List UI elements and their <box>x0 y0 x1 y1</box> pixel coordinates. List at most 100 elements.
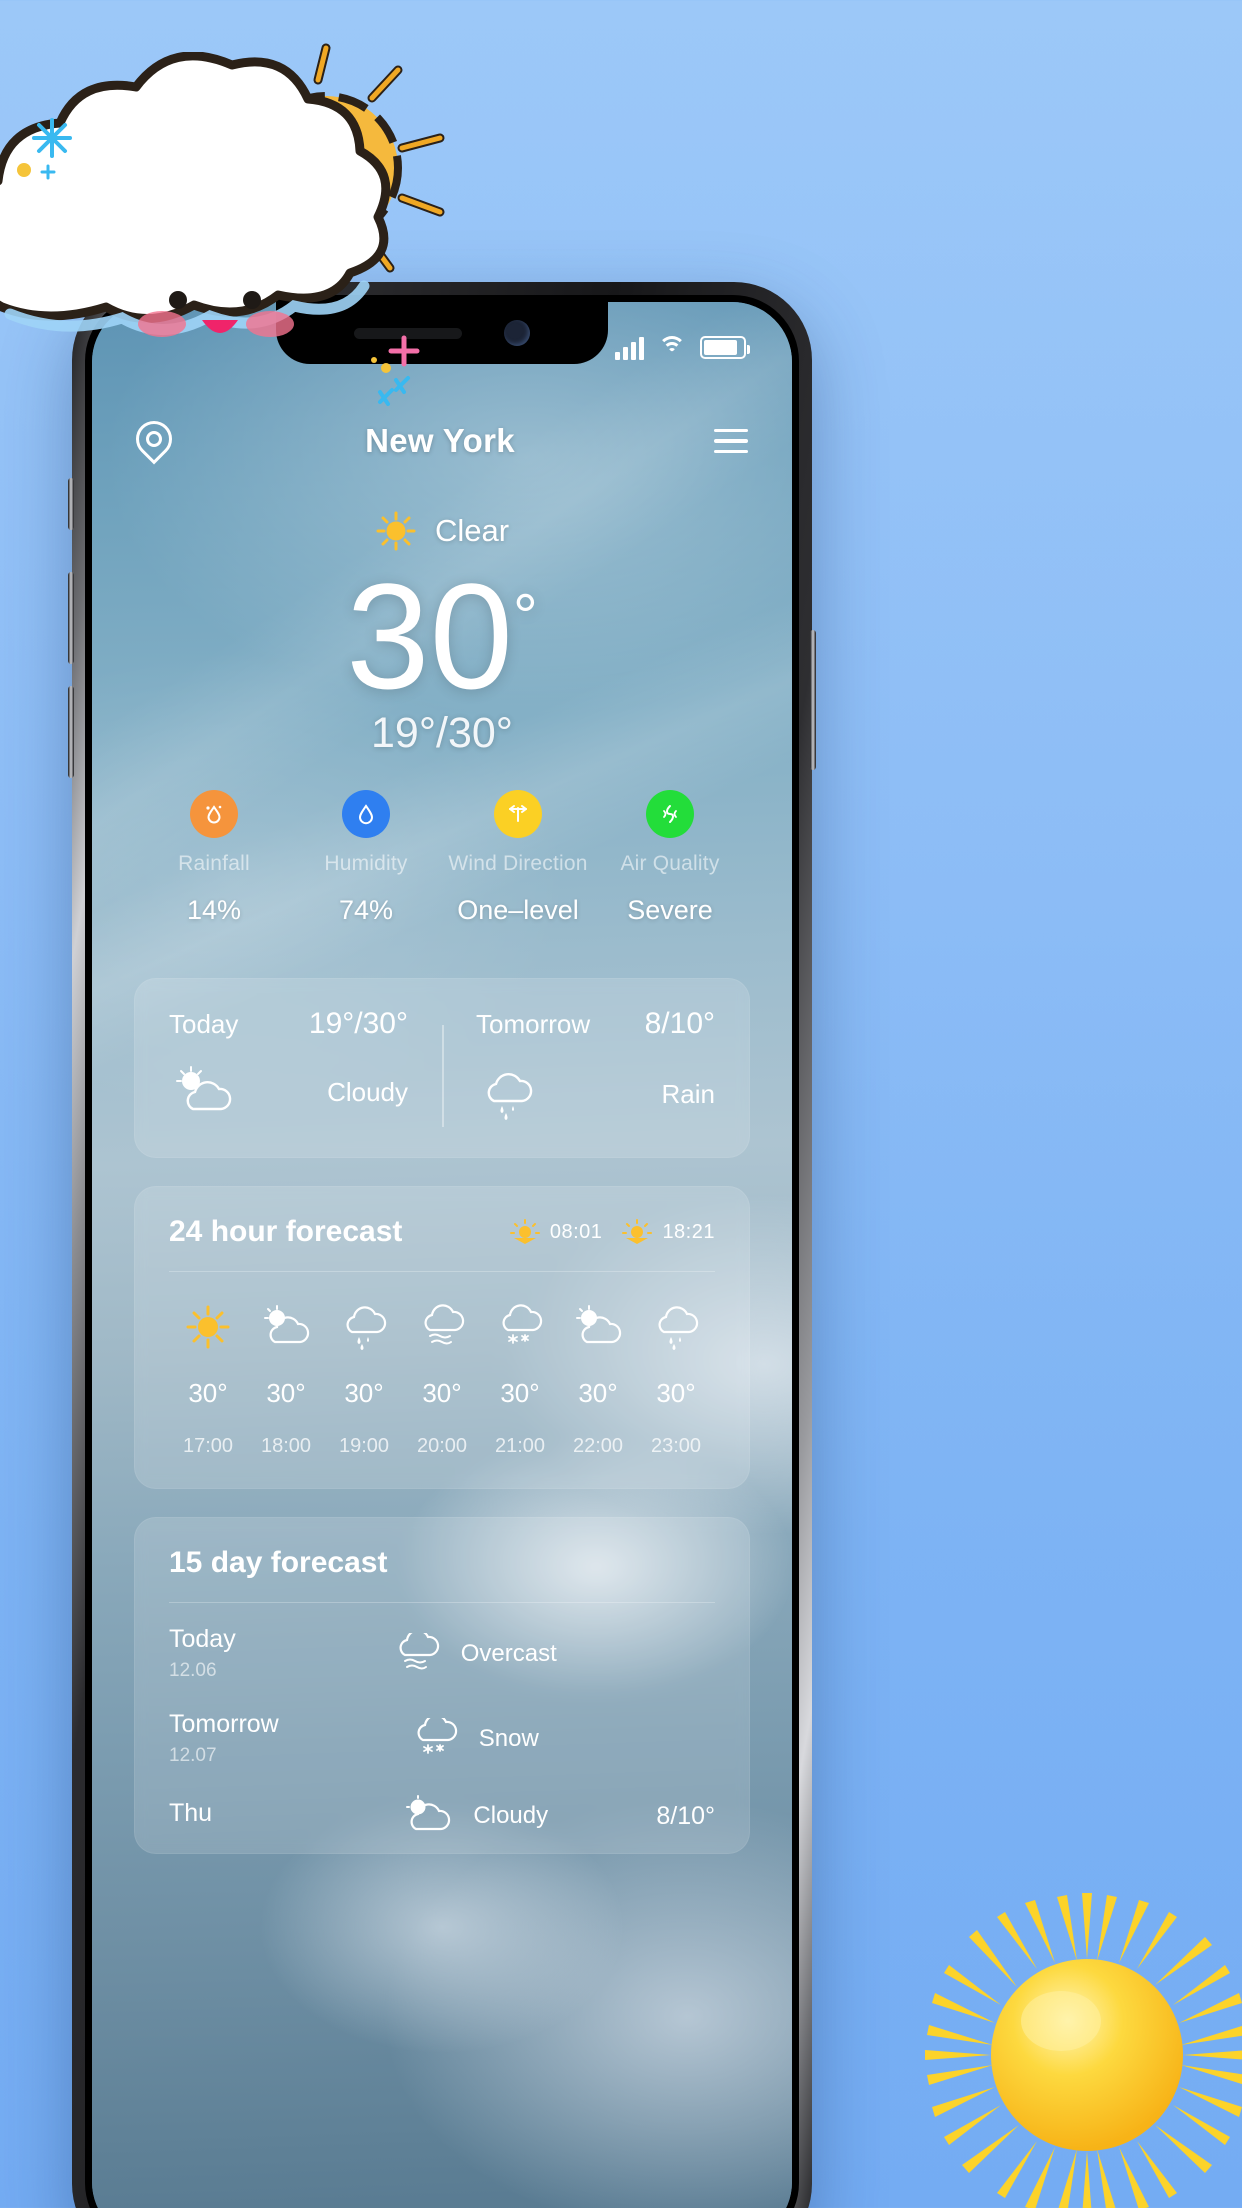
hamburger-menu-icon[interactable] <box>714 428 748 454</box>
daily-forecast-card: 15 day forecast Today 12.06 Overcast Tom… <box>134 1517 750 1854</box>
sunrise-icon <box>509 1219 540 1244</box>
current-weather: Clear 30° 19°/30° <box>92 484 792 758</box>
sparkle-icon <box>17 118 72 180</box>
metric-value: One–level <box>457 895 579 925</box>
hour-item[interactable]: 30° 19:00 <box>325 1298 403 1458</box>
hour-time: 23:00 <box>650 1435 702 1457</box>
degree-symbol: ° <box>513 582 538 651</box>
metric-value: 74% <box>338 895 394 925</box>
metric-air-quality[interactable]: Air Quality Severe <box>594 790 746 926</box>
two-day-card: Today 19°/30° Cloudy Tomorrow 8/10° Rain <box>134 978 750 1158</box>
hourly-list: 30° 17:00 30° 18:00 30° 19:00 30° 20:00 … <box>169 1272 715 1458</box>
metric-value: Severe <box>627 895 713 925</box>
condition-row: Clear <box>92 510 792 552</box>
location-pin-icon[interactable] <box>136 421 166 461</box>
sleet-icon <box>417 1717 457 1754</box>
fog-icon <box>403 1298 481 1356</box>
phone-device: New York Clear 30° 19°/30° Rainfall 14% … <box>68 282 816 2208</box>
hour-item[interactable]: 30° 17:00 <box>169 1298 247 1458</box>
daily-date: 12.06 <box>169 1660 217 1681</box>
daily-row[interactable]: Tomorrow 12.07 Snow <box>169 1688 715 1773</box>
day-label: Tomorrow <box>476 1008 591 1039</box>
hour-item[interactable]: 30° 18:00 <box>247 1298 325 1458</box>
hour-temp: 30° <box>500 1378 540 1408</box>
partly-cloudy-icon <box>559 1298 637 1356</box>
wind-icon <box>494 790 542 838</box>
day-desc: Cloudy <box>327 1076 408 1107</box>
partly-cloudy-icon <box>247 1298 325 1356</box>
sun-icon <box>169 1298 247 1356</box>
metric-label: Air Quality <box>620 852 720 875</box>
partly-cloudy-icon <box>406 1795 451 1831</box>
day-label: Today <box>169 1008 239 1039</box>
volume-up-button[interactable] <box>68 572 74 664</box>
metric-humidity[interactable]: Humidity 74% <box>290 790 442 926</box>
daily-date: 12.07 <box>169 1745 217 1766</box>
daily-day: Tomorrow <box>169 1710 279 1738</box>
daily-row[interactable]: Today 12.06 Overcast <box>169 1603 715 1688</box>
hour-temp: 30° <box>422 1378 462 1408</box>
hour-time: 18:00 <box>260 1435 312 1457</box>
hour-temp: 30° <box>578 1378 618 1408</box>
condition-label: Clear <box>434 513 510 548</box>
sunset-time: 18:21 <box>662 1220 715 1243</box>
hour-item[interactable]: 30° 22:00 <box>559 1298 637 1458</box>
rain-icon <box>325 1298 403 1356</box>
metric-label: Rainfall <box>178 852 250 875</box>
hour-temp: 30° <box>344 1378 384 1408</box>
hourly-forecast-card: 24 hour forecast 08:01 18:21 30° 17:00 3… <box>134 1186 750 1489</box>
metric-value: 14% <box>186 895 242 925</box>
sparkle-icon <box>371 335 420 406</box>
hour-time: 21:00 <box>494 1435 546 1457</box>
two-day-tomorrow[interactable]: Tomorrow 8/10° Rain <box>442 1007 749 1123</box>
hour-temp: 30° <box>266 1378 306 1408</box>
front-camera <box>504 320 530 346</box>
sleet-icon <box>481 1298 559 1356</box>
daily-temp: 8/10° <box>656 1801 715 1830</box>
wifi-icon <box>657 336 687 359</box>
daily-row[interactable]: Thu Cloudy 8/10° <box>169 1773 715 1843</box>
daily-desc: Overcast <box>460 1639 557 1667</box>
fog-icon <box>399 1632 439 1669</box>
air-quality-icon <box>646 790 694 838</box>
two-day-today[interactable]: Today 19°/30° Cloudy <box>135 1007 442 1123</box>
weather-metrics-row: Rainfall 14% Humidity 74% Wind Direction… <box>92 790 792 926</box>
metric-label: Wind Direction <box>448 852 588 875</box>
hour-item[interactable]: 30° 20:00 <box>403 1298 481 1458</box>
mute-switch[interactable] <box>68 478 74 530</box>
metric-rainfall[interactable]: Rainfall 14% <box>138 790 290 926</box>
sunset-icon <box>622 1219 653 1244</box>
rainfall-icon <box>190 790 238 838</box>
daily-desc: Snow <box>478 1724 539 1752</box>
sunrise-time: 08:01 <box>549 1220 603 1243</box>
daily-day: Thu <box>169 1798 213 1827</box>
metric-wind-direction[interactable]: Wind Direction One–level <box>442 790 594 926</box>
app-nav-bar: New York <box>92 398 792 484</box>
metric-label: Humidity <box>324 852 408 875</box>
sun-times: 08:01 18:21 <box>509 1219 715 1245</box>
volume-down-button[interactable] <box>68 686 74 778</box>
section-title: 24 hour forecast <box>169 1215 403 1248</box>
daily-desc: Cloudy <box>473 1802 549 1829</box>
rain-icon <box>637 1298 715 1356</box>
page-title: New York <box>365 422 515 459</box>
hour-time: 20:00 <box>416 1435 468 1457</box>
section-title: 15 day forecast <box>169 1546 388 1579</box>
power-button[interactable] <box>810 630 816 770</box>
day-temp: 19°/30° <box>308 1007 408 1040</box>
humidity-icon <box>342 790 390 838</box>
cellular-signal-icon <box>615 336 644 360</box>
battery-icon <box>700 336 750 359</box>
hour-time: 19:00 <box>338 1435 390 1457</box>
hour-time: 17:00 <box>182 1435 234 1457</box>
hour-item[interactable]: 30° 21:00 <box>481 1298 559 1458</box>
hour-time: 22:00 <box>572 1435 624 1457</box>
hour-temp: 30° <box>188 1378 228 1408</box>
daily-day: Today <box>169 1625 236 1653</box>
sun-icon <box>376 511 416 551</box>
hour-item[interactable]: 30° 23:00 <box>637 1298 715 1458</box>
partly-cloudy-icon <box>176 1066 232 1111</box>
current-temperature: 30° <box>346 560 538 713</box>
rain-icon <box>487 1073 533 1120</box>
day-temp: 8/10° <box>644 1007 715 1040</box>
